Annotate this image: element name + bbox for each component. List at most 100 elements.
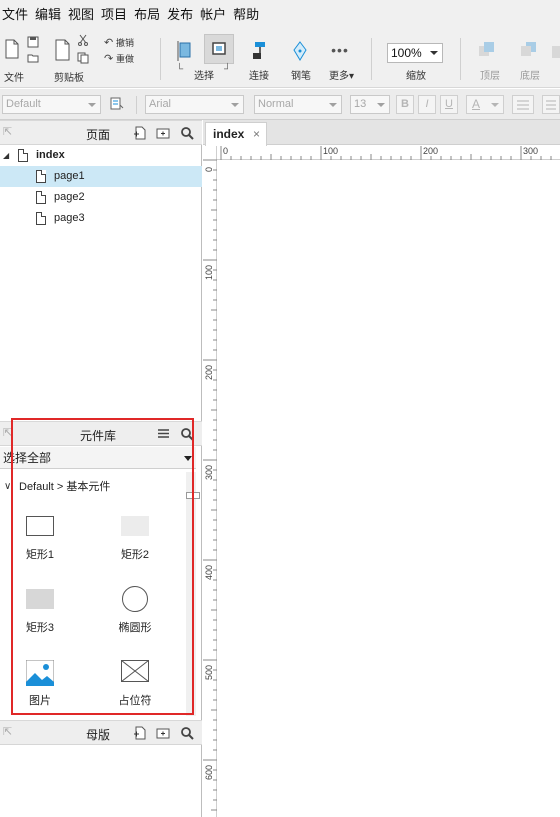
select-bracket-right: ┘ [224,64,232,75]
tab-index[interactable]: index × [205,122,267,146]
format-painter-button[interactable] [110,97,126,113]
paste-button[interactable] [54,36,72,66]
tree-expand-icon[interactable]: ◢ [3,145,9,166]
menu-file[interactable]: 文件 [0,0,33,30]
file-group-label: 文件 [4,73,24,84]
select-intersect-icon [177,41,191,61]
send-to-back-button[interactable] [518,40,540,62]
font-family-select[interactable]: Arial [145,95,244,114]
cut-button[interactable] [76,34,90,48]
paste-icon [55,39,70,61]
page-icon [36,212,46,225]
format-painter-icon [110,97,124,110]
page-icon [18,149,28,162]
chevron-down-icon [491,103,499,107]
menu-account[interactable]: 帐户 [198,0,231,30]
zoom-dropdown-icon [430,51,438,55]
copy-button[interactable] [76,52,90,66]
bring-to-front-button[interactable] [476,40,498,62]
ruler-label: 500 [204,664,214,680]
align-icon [546,100,556,110]
toolbar-overflow-icon[interactable] [552,44,560,62]
bottom-label: 底层 [520,71,540,82]
zoom-select[interactable]: 100% [387,43,443,63]
ruler-label: 300 [204,464,214,480]
open-folder-icon [27,54,39,63]
font-weight-select[interactable]: Normal [254,95,342,114]
add-folder-icon[interactable] [156,726,170,740]
pages-panel-title: 页面 [86,128,111,142]
select-contain-button[interactable] [204,34,234,64]
undo-button[interactable]: ↶ 撤销 [104,36,144,50]
more-label: 更多▾ [329,71,355,82]
save-icon [27,36,39,48]
bullet-list-icon [517,100,529,110]
horizontal-ruler: 0 100 200 300 [217,146,560,160]
chevron-down-icon [231,103,239,107]
page-tree-label: index [36,149,65,161]
add-master-icon[interactable] [133,726,147,740]
page-tree-item[interactable]: page2 [0,187,202,208]
page-icon [36,170,46,183]
add-page-icon[interactable] [133,126,147,140]
chevron-down-icon [329,103,337,107]
style-select[interactable]: Default [2,95,101,114]
pages-panel-header: ⇱ 页面 [0,120,202,145]
bold-button[interactable]: B [396,95,414,114]
page-tree-label: page2 [54,191,85,203]
select-bracket-left: └ [176,64,184,75]
italic-button[interactable]: I [418,95,436,114]
new-file-icon [5,39,19,59]
zoom-label: 缩放 [406,71,426,82]
menu-view[interactable]: 视图 [66,0,99,30]
menu-project[interactable]: 项目 [99,0,132,30]
design-canvas[interactable] [218,161,560,817]
page-tree-item[interactable]: page3 [0,208,202,229]
save-button[interactable] [26,36,40,50]
pen-button[interactable] [289,40,311,64]
open-button[interactable] [26,52,40,66]
select-intersect-button[interactable] [174,40,196,64]
ruler-label: 400 [204,564,214,580]
vertical-ruler: 0 100 200 300 400 500 600 [203,146,217,817]
collapse-panel-icon[interactable]: ⇱ [3,125,17,139]
close-icon[interactable]: × [253,123,260,145]
page-tree-item[interactable]: page1 [0,166,202,187]
add-folder-icon[interactable] [156,126,170,140]
underline-button[interactable]: U [440,95,458,114]
new-file-button[interactable] [4,36,20,66]
masters-panel-title: 母版 [86,728,111,742]
top-label: 顶层 [480,71,500,82]
ruler-label: 100 [204,264,214,280]
font-color-button[interactable]: A [466,95,504,114]
ruler-label: 200 [423,146,439,156]
search-icon[interactable] [180,126,194,140]
menu-help[interactable]: 帮助 [231,0,264,30]
bullet-list-button[interactable] [512,95,534,114]
redo-button[interactable]: ↷ 重做 [104,52,144,66]
connect-label: 连接 [249,71,269,82]
select-contain-icon [212,42,226,55]
font-color-icon: A [472,97,481,111]
ruler-label: 300 [523,146,539,156]
format-bar: Default Arial Normal 13 B I U A [0,89,560,120]
font-size-select[interactable]: 13 [350,95,390,114]
ruler-label: 0 [223,146,229,156]
toolbar-divider [371,38,372,80]
menu-edit[interactable]: 编辑 [33,0,66,30]
collapse-panel-icon[interactable]: ⇱ [3,725,17,739]
pen-label: 钢笔 [291,71,311,82]
chevron-down-icon [88,103,96,107]
align-button[interactable] [542,95,560,114]
connect-button[interactable] [248,40,272,64]
ruler-label: 200 [204,364,214,380]
page-tree-label: page3 [54,212,85,224]
page-tree-root[interactable]: ◢ index [0,145,202,166]
search-icon[interactable] [180,726,194,740]
ruler-label: 600 [204,764,214,780]
connector-icon [253,42,265,59]
main-toolbar: 文件 剪贴板 ↶ 撤销 ↷ 重做 选择 └ ┘ 连接 钢笔 ••• 更多▾ 10… [0,30,560,88]
more-button[interactable]: ••• [326,42,354,58]
menu-layout[interactable]: 布局 [132,0,165,30]
menu-publish[interactable]: 发布 [165,0,198,30]
